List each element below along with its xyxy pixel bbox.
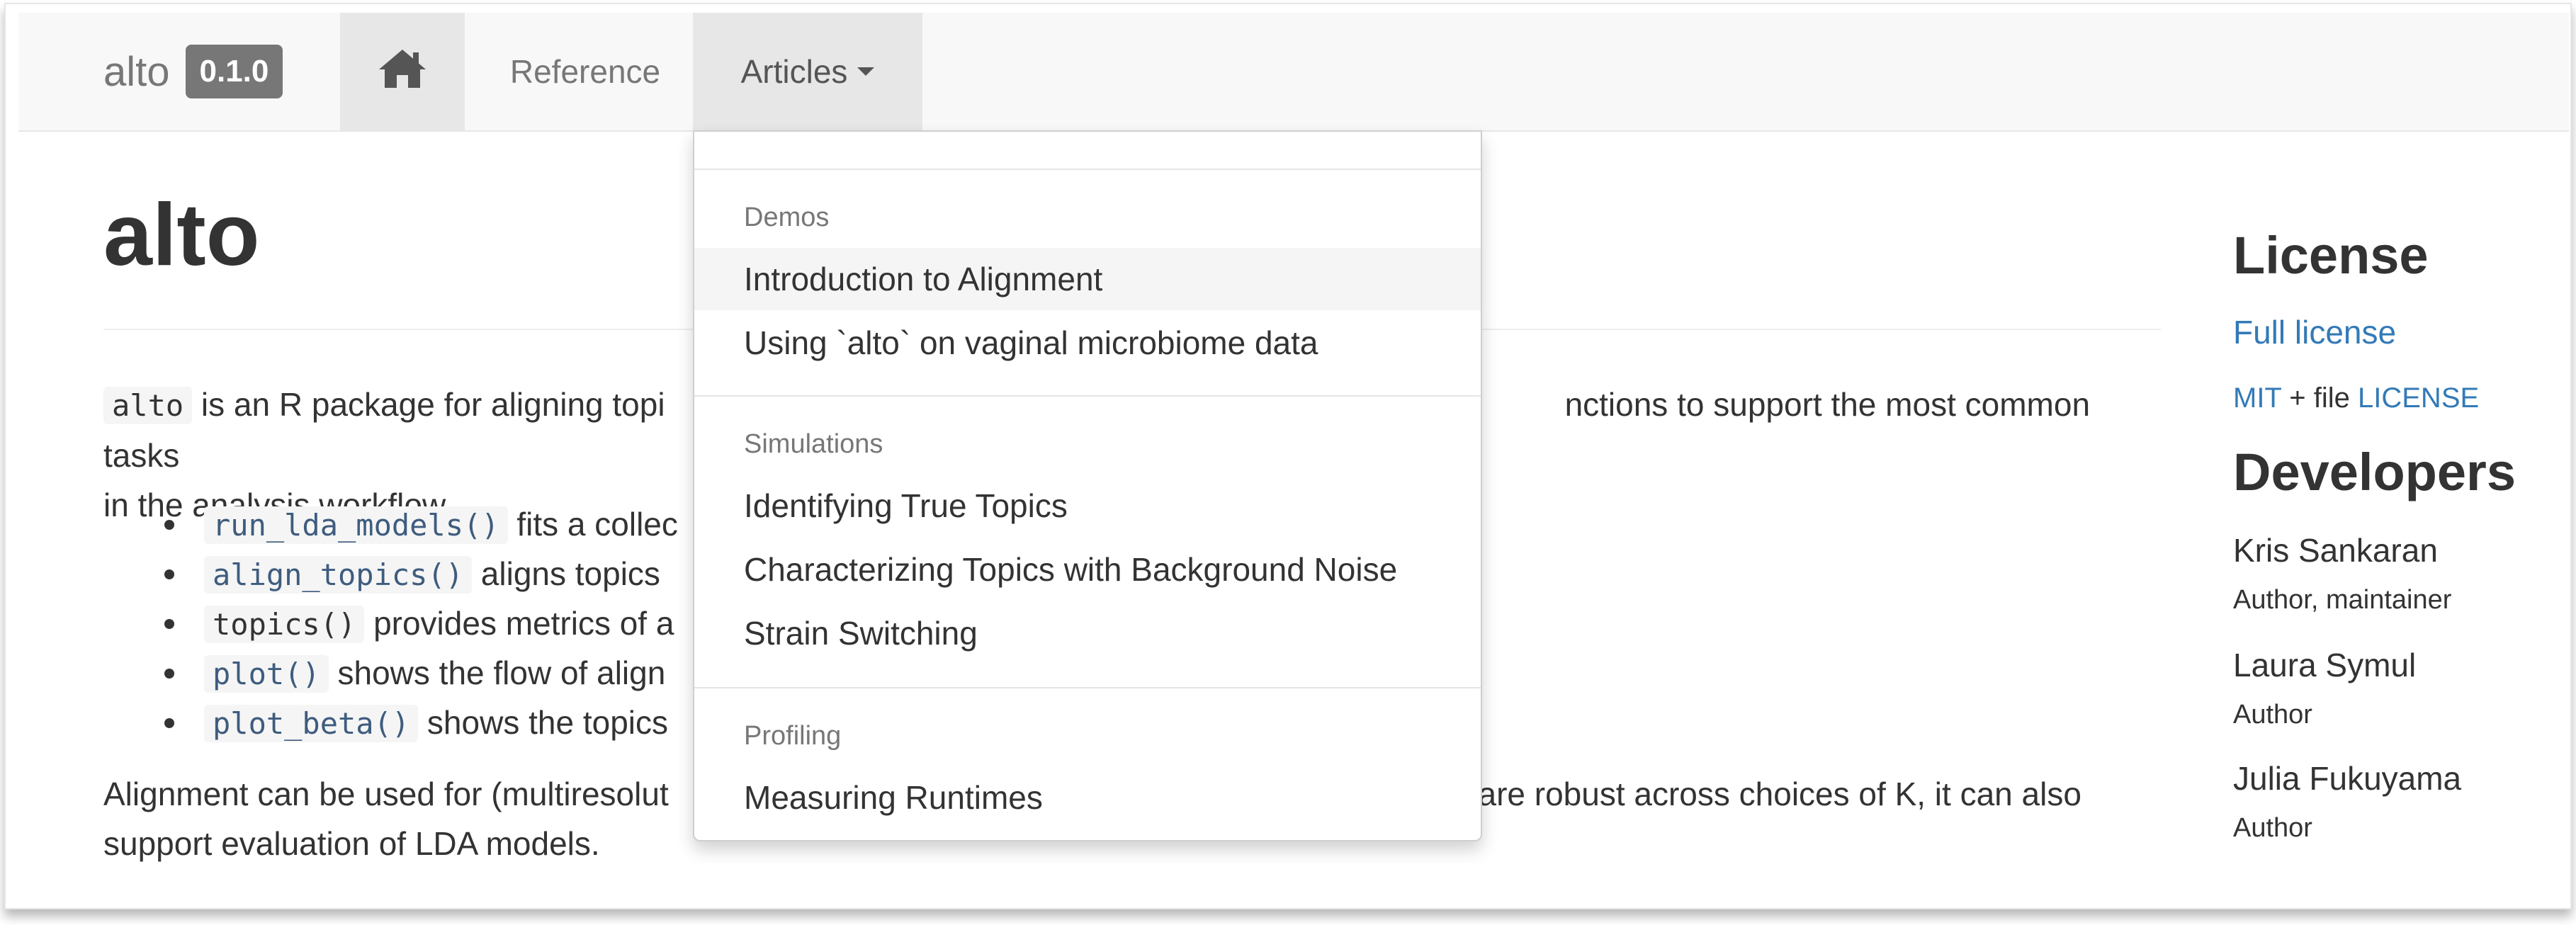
license-line: MIT + file LICENSE <box>2233 382 2479 414</box>
nav-home[interactable] <box>340 13 465 130</box>
menu-header-profiling: Profiling <box>744 721 842 751</box>
nav-articles[interactable]: Articles <box>693 13 922 130</box>
brand[interactable]: alto 0.1.0 <box>103 13 283 130</box>
developer-role: Author <box>2233 700 2312 730</box>
developer-role: Author <box>2233 813 2312 843</box>
list-item: plot_beta() shows the topics <box>154 698 678 748</box>
license-heading: License <box>2233 226 2429 285</box>
func-code[interactable]: plot() <box>204 655 329 693</box>
list-item-text: provides metrics of a <box>364 605 674 642</box>
para2-text-end: are robust across choices of K, it can a… <box>1469 776 2081 812</box>
menu-item-vaginal-microbiome[interactable]: Using `alto` on vaginal microbiome data <box>694 312 1481 374</box>
menu-divider <box>694 687 1481 688</box>
menu-item-strain-switching[interactable]: Strain Switching <box>694 602 1481 664</box>
license-file-link[interactable]: LICENSE <box>2358 382 2479 414</box>
list-item-text: shows the topics <box>418 704 668 741</box>
menu-item-background-noise[interactable]: Characterizing Topics with Background No… <box>694 538 1481 601</box>
browser-window: alto 0.1.0 Reference Articles alto alto … <box>4 3 2572 909</box>
developer-role: Author, maintainer <box>2233 585 2452 615</box>
list-item-text: fits a collec <box>507 506 678 543</box>
menu-header-simulations: Simulations <box>744 429 883 459</box>
menu-item-identifying-true-topics[interactable]: Identifying True Topics <box>694 475 1481 537</box>
intro-text-start: is an R package for aligning topi <box>192 386 665 423</box>
func-code[interactable]: run_lda_models() <box>204 506 508 544</box>
articles-dropdown-menu: Demos Introduction to Alignment Using `a… <box>693 130 1482 841</box>
menu-divider <box>694 169 1481 170</box>
list-item: plot() shows the flow of align <box>154 649 678 698</box>
developer-name: Kris Sankaran <box>2233 532 2438 569</box>
full-license-link[interactable]: Full license <box>2233 313 2396 351</box>
version-badge: 0.1.0 <box>185 45 283 98</box>
function-list: run_lda_models() fits a collec align_top… <box>154 500 678 748</box>
list-item: align_topics() aligns topics <box>154 550 678 599</box>
list-item: run_lda_models() fits a collec <box>154 500 678 550</box>
brand-name[interactable]: alto <box>103 48 170 96</box>
nav-reference[interactable]: Reference <box>465 13 706 130</box>
menu-header-demos: Demos <box>744 203 830 232</box>
func-code[interactable]: align_topics() <box>204 556 473 594</box>
page-title: alto <box>103 186 260 284</box>
navbar: alto 0.1.0 Reference Articles <box>18 13 2569 132</box>
list-item-text: shows the flow of align <box>328 654 666 691</box>
func-code: topics() <box>204 606 365 643</box>
menu-divider <box>694 395 1481 397</box>
home-icon <box>376 47 429 97</box>
list-item-text: aligns topics <box>472 555 660 592</box>
para2-text-start: Alignment can be used for (multiresolut <box>103 776 669 812</box>
func-code[interactable]: plot_beta() <box>204 705 419 742</box>
intro-code: alto <box>103 387 193 424</box>
developers-heading: Developers <box>2233 443 2516 501</box>
developer-name: Julia Fukuyama <box>2233 760 2462 797</box>
nav-articles-label: Articles <box>740 53 848 90</box>
list-item: topics() provides metrics of a <box>154 599 678 649</box>
menu-item-measuring-runtimes[interactable]: Measuring Runtimes <box>694 766 1481 829</box>
mit-link[interactable]: MIT <box>2233 382 2281 414</box>
developer-name: Laura Symul <box>2233 647 2417 683</box>
plus-file-text: + file <box>2281 382 2358 414</box>
caret-down-icon <box>857 67 875 76</box>
menu-item-introduction-to-alignment[interactable]: Introduction to Alignment <box>694 248 1481 310</box>
